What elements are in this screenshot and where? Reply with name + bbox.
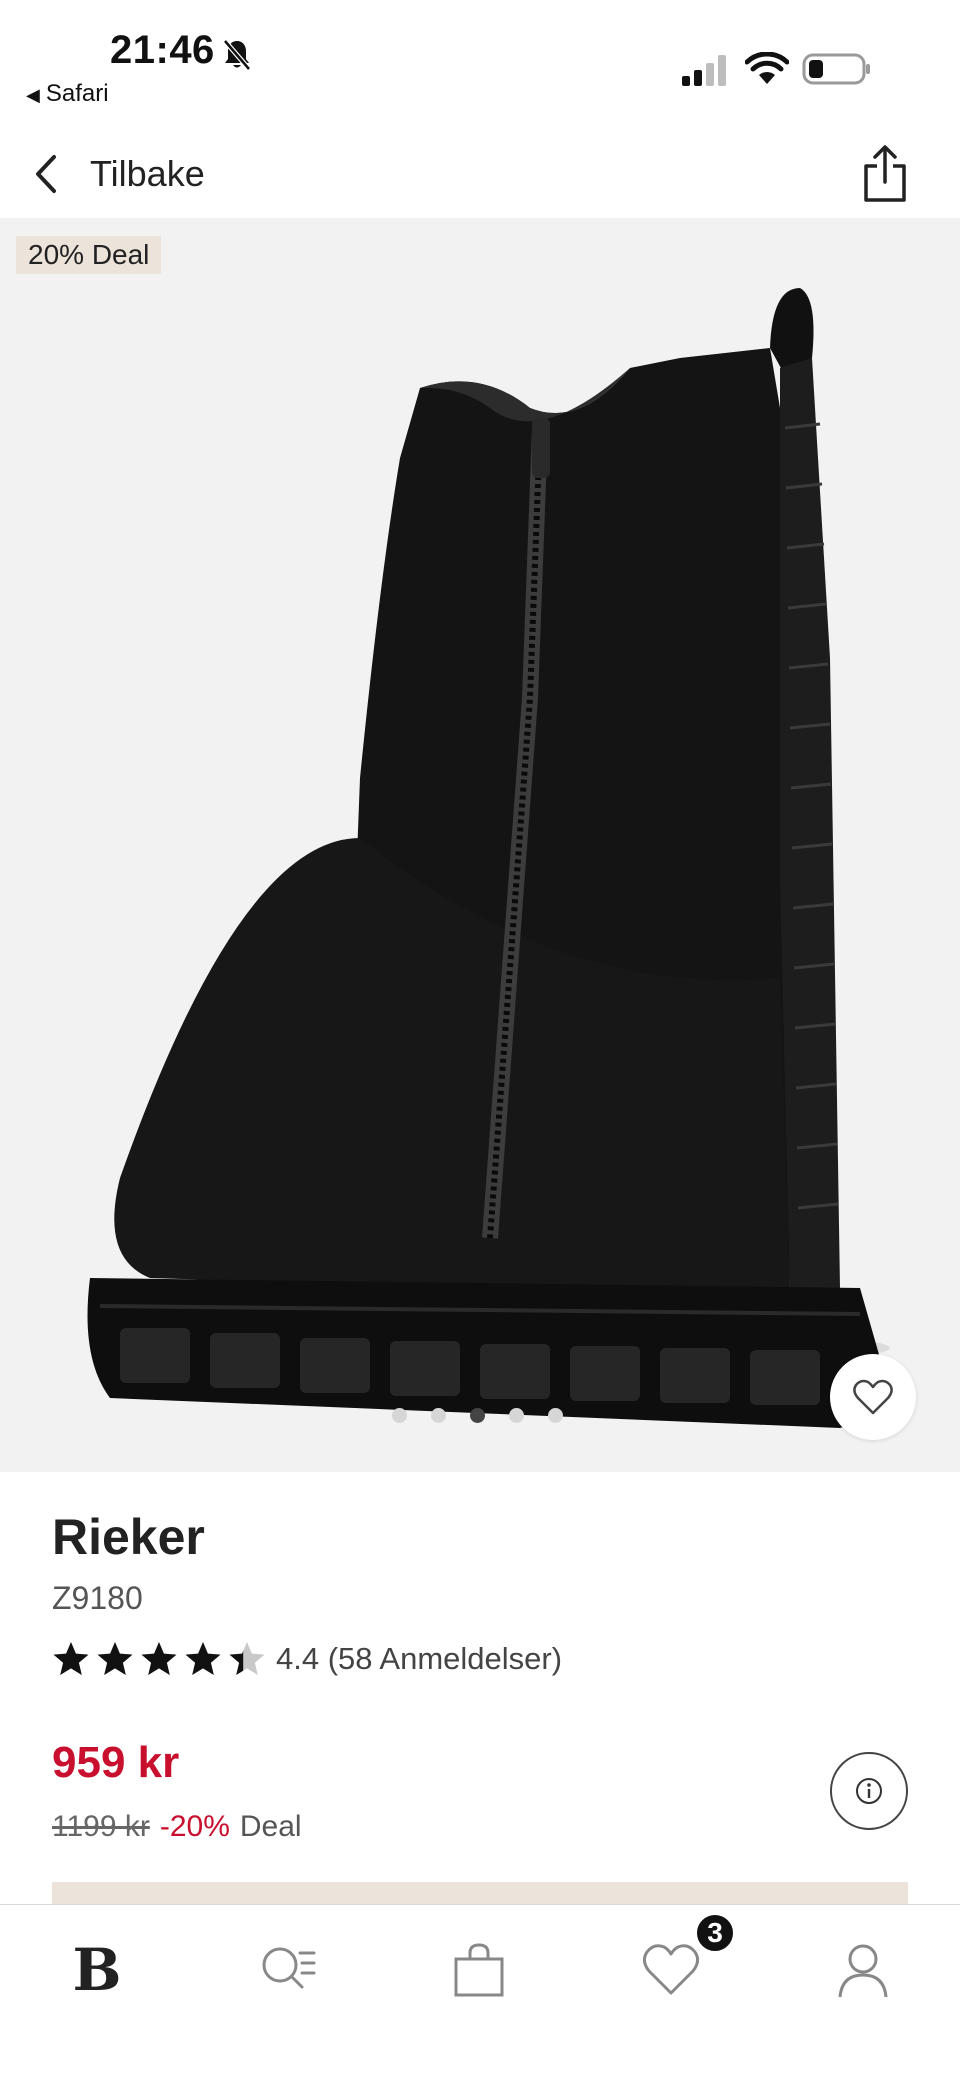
deal-badge: 20% Deal bbox=[16, 236, 162, 274]
tab-favorites[interactable] bbox=[636, 1935, 706, 2005]
price-details: 1199 kr -20% Deal bbox=[52, 1810, 302, 1844]
star-icon bbox=[141, 1642, 177, 1675]
rating-text: 4.4 (58 Anmeldelser) bbox=[276, 1641, 563, 1676]
pagination-dot[interactable] bbox=[470, 1408, 485, 1423]
back-label: Tilbake bbox=[90, 153, 205, 194]
size-selector-strip[interactable] bbox=[52, 1882, 908, 1906]
chevron-left-icon bbox=[36, 155, 56, 193]
share-icon[interactable] bbox=[862, 144, 908, 204]
product-image-gallery[interactable]: 20% Deal bbox=[0, 218, 960, 1472]
deal-label: Deal bbox=[239, 1810, 302, 1843]
star-icon bbox=[53, 1642, 89, 1675]
wifi-icon bbox=[745, 52, 789, 84]
search-list-icon bbox=[262, 1947, 316, 1989]
pagination-dot[interactable] bbox=[548, 1408, 563, 1423]
product-model: Z9180 bbox=[52, 1580, 143, 1616]
heart-icon bbox=[853, 1379, 893, 1415]
star-icon bbox=[185, 1642, 221, 1675]
bell-slash-icon bbox=[223, 39, 251, 71]
product-brand[interactable]: Rieker bbox=[52, 1508, 205, 1566]
discount-percent: -20% bbox=[159, 1810, 230, 1843]
profile-icon bbox=[838, 1944, 888, 1998]
star-icon bbox=[229, 1642, 265, 1675]
price-info-button[interactable] bbox=[830, 1752, 908, 1830]
add-to-favorites-button[interactable] bbox=[830, 1354, 916, 1440]
back-app-label: Safari bbox=[45, 80, 109, 107]
current-price: 959 kr bbox=[52, 1738, 180, 1787]
tab-home[interactable]: B bbox=[62, 1935, 132, 2005]
original-price: 1199 kr bbox=[52, 1810, 150, 1843]
nav-bar: Tilbake bbox=[0, 130, 960, 218]
status-time: 21:46 bbox=[110, 28, 215, 72]
tab-search[interactable] bbox=[252, 1935, 322, 2005]
gallery-pagination[interactable] bbox=[392, 1408, 563, 1423]
pagination-dot[interactable] bbox=[509, 1408, 524, 1423]
rating-stars bbox=[52, 1640, 266, 1678]
brand-logo-icon: B bbox=[72, 1936, 122, 2004]
battery-icon bbox=[802, 53, 870, 85]
tab-cart[interactable] bbox=[444, 1935, 514, 2005]
tab-profile[interactable] bbox=[828, 1935, 898, 2005]
back-triangle-icon: ◀ bbox=[26, 85, 40, 105]
product-image bbox=[87, 288, 890, 1428]
signal-icon bbox=[682, 55, 726, 86]
pagination-dot[interactable] bbox=[392, 1408, 407, 1423]
back-button[interactable]: Tilbake bbox=[30, 146, 205, 202]
favorites-count-badge: 3 bbox=[694, 1912, 736, 1954]
heart-icon bbox=[642, 1944, 700, 1995]
back-to-app-link[interactable]: ◀ Safari bbox=[26, 80, 109, 108]
info-icon bbox=[856, 1778, 882, 1804]
tab-bar: B bbox=[0, 1904, 960, 2086]
pagination-dot[interactable] bbox=[431, 1408, 446, 1423]
shopping-bag-icon bbox=[454, 1943, 504, 1997]
status-bar: 21:46 ◀ Safari bbox=[0, 0, 960, 120]
product-rating[interactable]: 4.4 (58 Anmeldelser) bbox=[52, 1640, 562, 1678]
star-icon bbox=[97, 1642, 133, 1675]
